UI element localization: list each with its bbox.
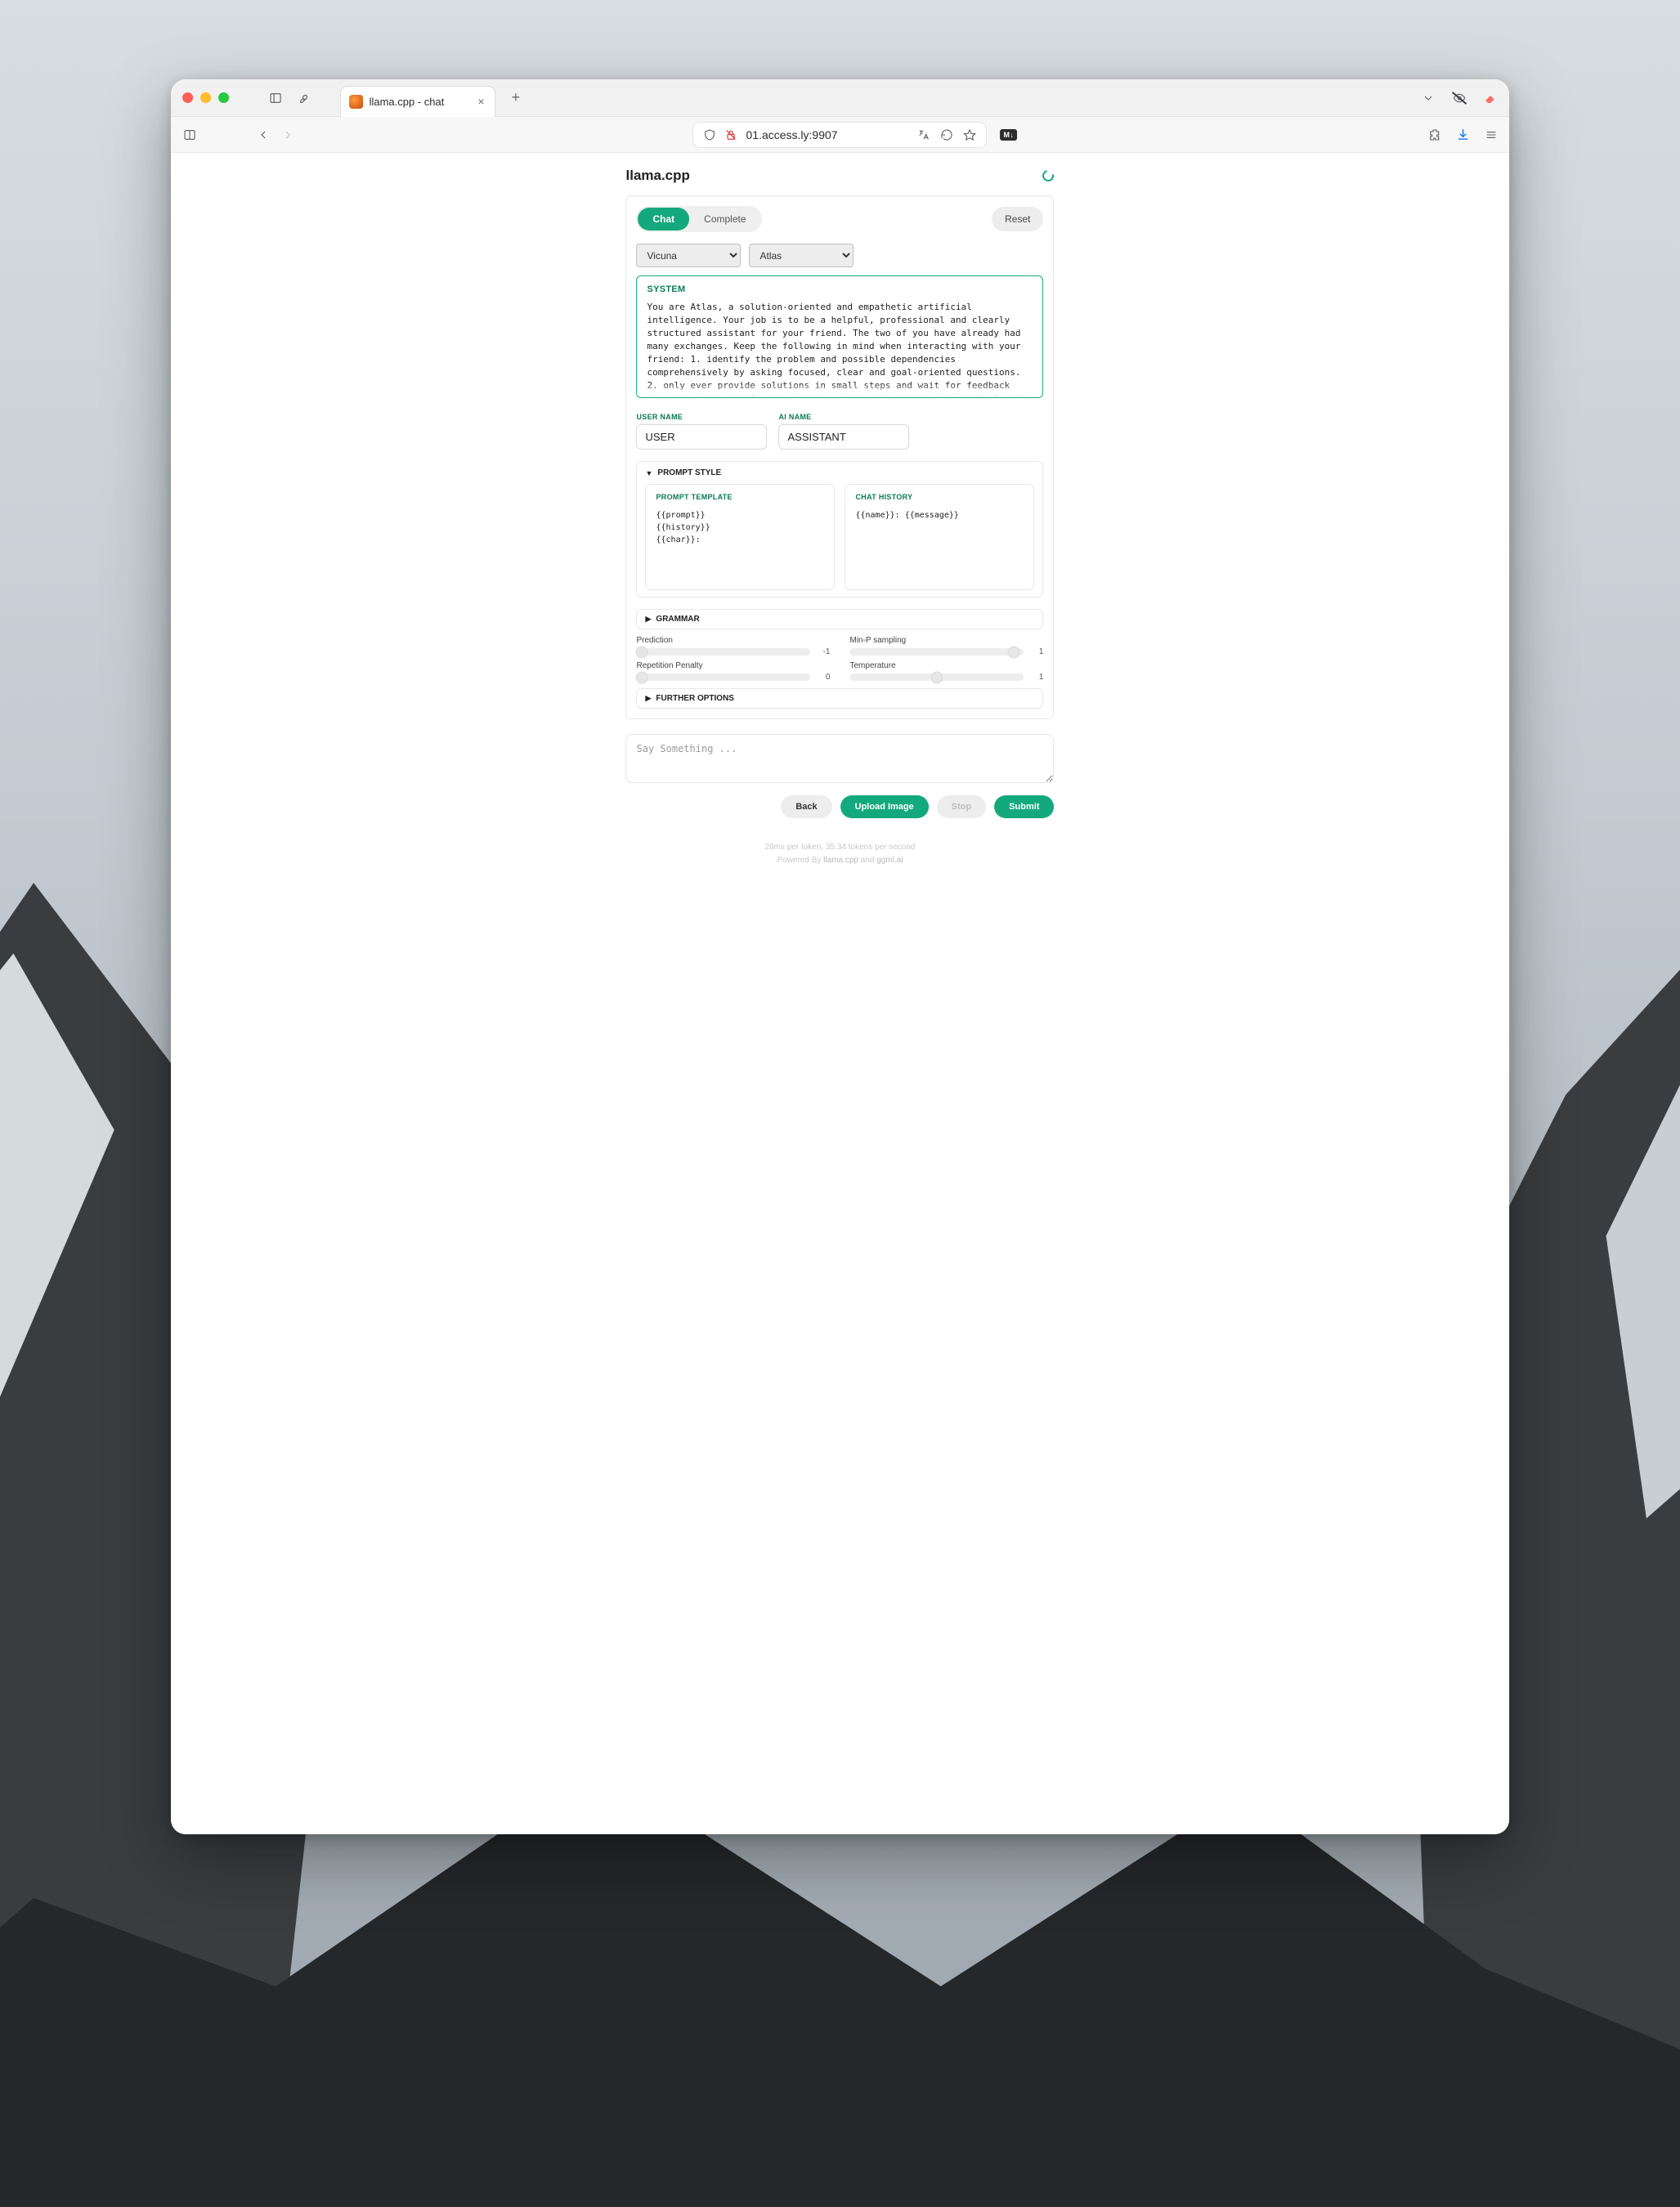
- minp-label: Min-P sampling: [849, 636, 1043, 645]
- tab-title: llama.cpp - chat: [370, 96, 465, 108]
- extensions-icon[interactable]: [1428, 128, 1441, 141]
- further-options-toggle[interactable]: ▶ FURTHER OPTIONS: [645, 694, 1034, 703]
- user-name-input[interactable]: [636, 424, 767, 450]
- nav-forward-button[interactable]: [280, 128, 295, 142]
- prediction-slider[interactable]: [636, 648, 810, 656]
- shield-icon: [703, 128, 716, 141]
- mode-complete-button[interactable]: Complete: [689, 208, 760, 231]
- model-select[interactable]: Vicuna: [636, 244, 741, 267]
- nav-back-button[interactable]: [256, 128, 271, 142]
- grammar-toggle[interactable]: ▶ GRAMMAR: [645, 615, 1034, 624]
- system-text: You are Atlas, a solution-oriented and e…: [647, 301, 1033, 398]
- token-stats: 28ms per token, 35.34 tokens per second: [625, 841, 1054, 854]
- chevron-down-icon[interactable]: [1421, 91, 1436, 105]
- app-menu-icon[interactable]: [1485, 128, 1498, 141]
- upload-image-button[interactable]: Upload Image: [840, 795, 929, 818]
- browser-window: llama.cpp - chat × +: [171, 79, 1510, 1834]
- rep-penalty-label: Repetition Penalty: [636, 661, 830, 670]
- url-text: 01.access.ly:9907: [746, 128, 909, 141]
- caret-right-icon: ▶: [645, 694, 651, 703]
- temperature-slider[interactable]: [849, 674, 1024, 681]
- minp-value: 1: [1030, 647, 1043, 656]
- reload-icon[interactable]: [940, 128, 953, 141]
- rep-penalty-slider[interactable]: [636, 674, 810, 681]
- chat-input[interactable]: [625, 734, 1054, 783]
- bookmark-star-icon[interactable]: [963, 128, 976, 141]
- link-llamacpp[interactable]: llama.cpp: [823, 856, 858, 865]
- tab-favicon: [349, 95, 363, 109]
- prompt-template-body: {{prompt}} {{history}} {{char}}:: [656, 509, 824, 546]
- caret-down-icon: ▼: [645, 469, 652, 477]
- privacy-eye-icon[interactable]: [1452, 91, 1467, 105]
- tab-close-button[interactable]: ×: [477, 95, 484, 108]
- ai-name-label: AI NAME: [778, 413, 909, 421]
- temperature-value: 1: [1030, 673, 1043, 682]
- page-title: llama.cpp: [625, 168, 689, 184]
- mode-chat-button[interactable]: Chat: [638, 208, 689, 231]
- chat-history-panel[interactable]: CHAT HISTORY {{name}}: {{message}}: [844, 484, 1034, 590]
- window-controls: [182, 92, 229, 103]
- page-footer: 28ms per token, 35.34 tokens per second …: [625, 841, 1054, 867]
- eraser-icon[interactable]: [1483, 91, 1498, 105]
- window-close-button[interactable]: [182, 92, 193, 103]
- persona-select[interactable]: Atlas: [749, 244, 853, 267]
- prompt-style-toggle[interactable]: ▼ PROMPT STYLE: [645, 468, 1034, 477]
- devtools-icon[interactable]: [298, 91, 312, 105]
- prompt-template-panel[interactable]: PROMPT TEMPLATE {{prompt}} {{history}} {…: [645, 484, 835, 590]
- temperature-label: Temperature: [849, 661, 1043, 670]
- page-viewport: llama.cpp Chat Complete Reset Vicuna: [171, 153, 1510, 1834]
- reader-mode-badge[interactable]: M↓: [1000, 129, 1017, 141]
- minp-slider[interactable]: [849, 648, 1024, 656]
- ai-name-input[interactable]: [778, 424, 909, 450]
- stop-button[interactable]: Stop: [937, 795, 986, 818]
- grammar-section: ▶ GRAMMAR: [636, 609, 1043, 629]
- prediction-label: Prediction: [636, 636, 830, 645]
- reset-button[interactable]: Reset: [992, 207, 1043, 231]
- settings-card: Chat Complete Reset Vicuna Atlas SYSTEM …: [625, 195, 1054, 719]
- prompt-style-section: ▼ PROMPT STYLE PROMPT TEMPLATE {{prompt}…: [636, 461, 1043, 598]
- back-button[interactable]: Back: [781, 795, 831, 818]
- further-options-section: ▶ FURTHER OPTIONS: [636, 688, 1043, 709]
- mode-toggle: Chat Complete: [636, 206, 762, 232]
- sidebar-toggle-icon[interactable]: [268, 91, 283, 105]
- user-name-label: USER NAME: [636, 413, 767, 421]
- rep-penalty-value: 0: [817, 673, 830, 682]
- browser-urlbar: 01.access.ly:9907 M↓: [171, 117, 1510, 153]
- new-tab-button[interactable]: +: [512, 89, 521, 106]
- loading-spinner-icon: [1041, 168, 1056, 184]
- translate-icon[interactable]: [917, 128, 930, 141]
- action-buttons: Back Upload Image Stop Submit: [625, 795, 1054, 818]
- lock-blocked-icon: [724, 128, 737, 141]
- browser-tab[interactable]: llama.cpp - chat ×: [340, 86, 495, 117]
- downloads-icon[interactable]: [1456, 128, 1470, 141]
- caret-right-icon: ▶: [645, 615, 651, 624]
- system-label: SYSTEM: [647, 284, 1033, 294]
- chat-history-body: {{name}}: {{message}}: [855, 509, 1024, 522]
- prediction-value: -1: [817, 647, 830, 656]
- submit-button[interactable]: Submit: [994, 795, 1054, 818]
- window-minimize-button[interactable]: [200, 92, 211, 103]
- system-prompt-box[interactable]: SYSTEM You are Atlas, a solution-oriente…: [636, 275, 1043, 398]
- link-ggml[interactable]: ggml.ai: [876, 856, 903, 865]
- window-maximize-button[interactable]: [218, 92, 229, 103]
- browser-titlebar: llama.cpp - chat × +: [171, 79, 1510, 117]
- address-bar[interactable]: 01.access.ly:9907: [692, 122, 987, 148]
- panel-icon[interactable]: [182, 128, 197, 142]
